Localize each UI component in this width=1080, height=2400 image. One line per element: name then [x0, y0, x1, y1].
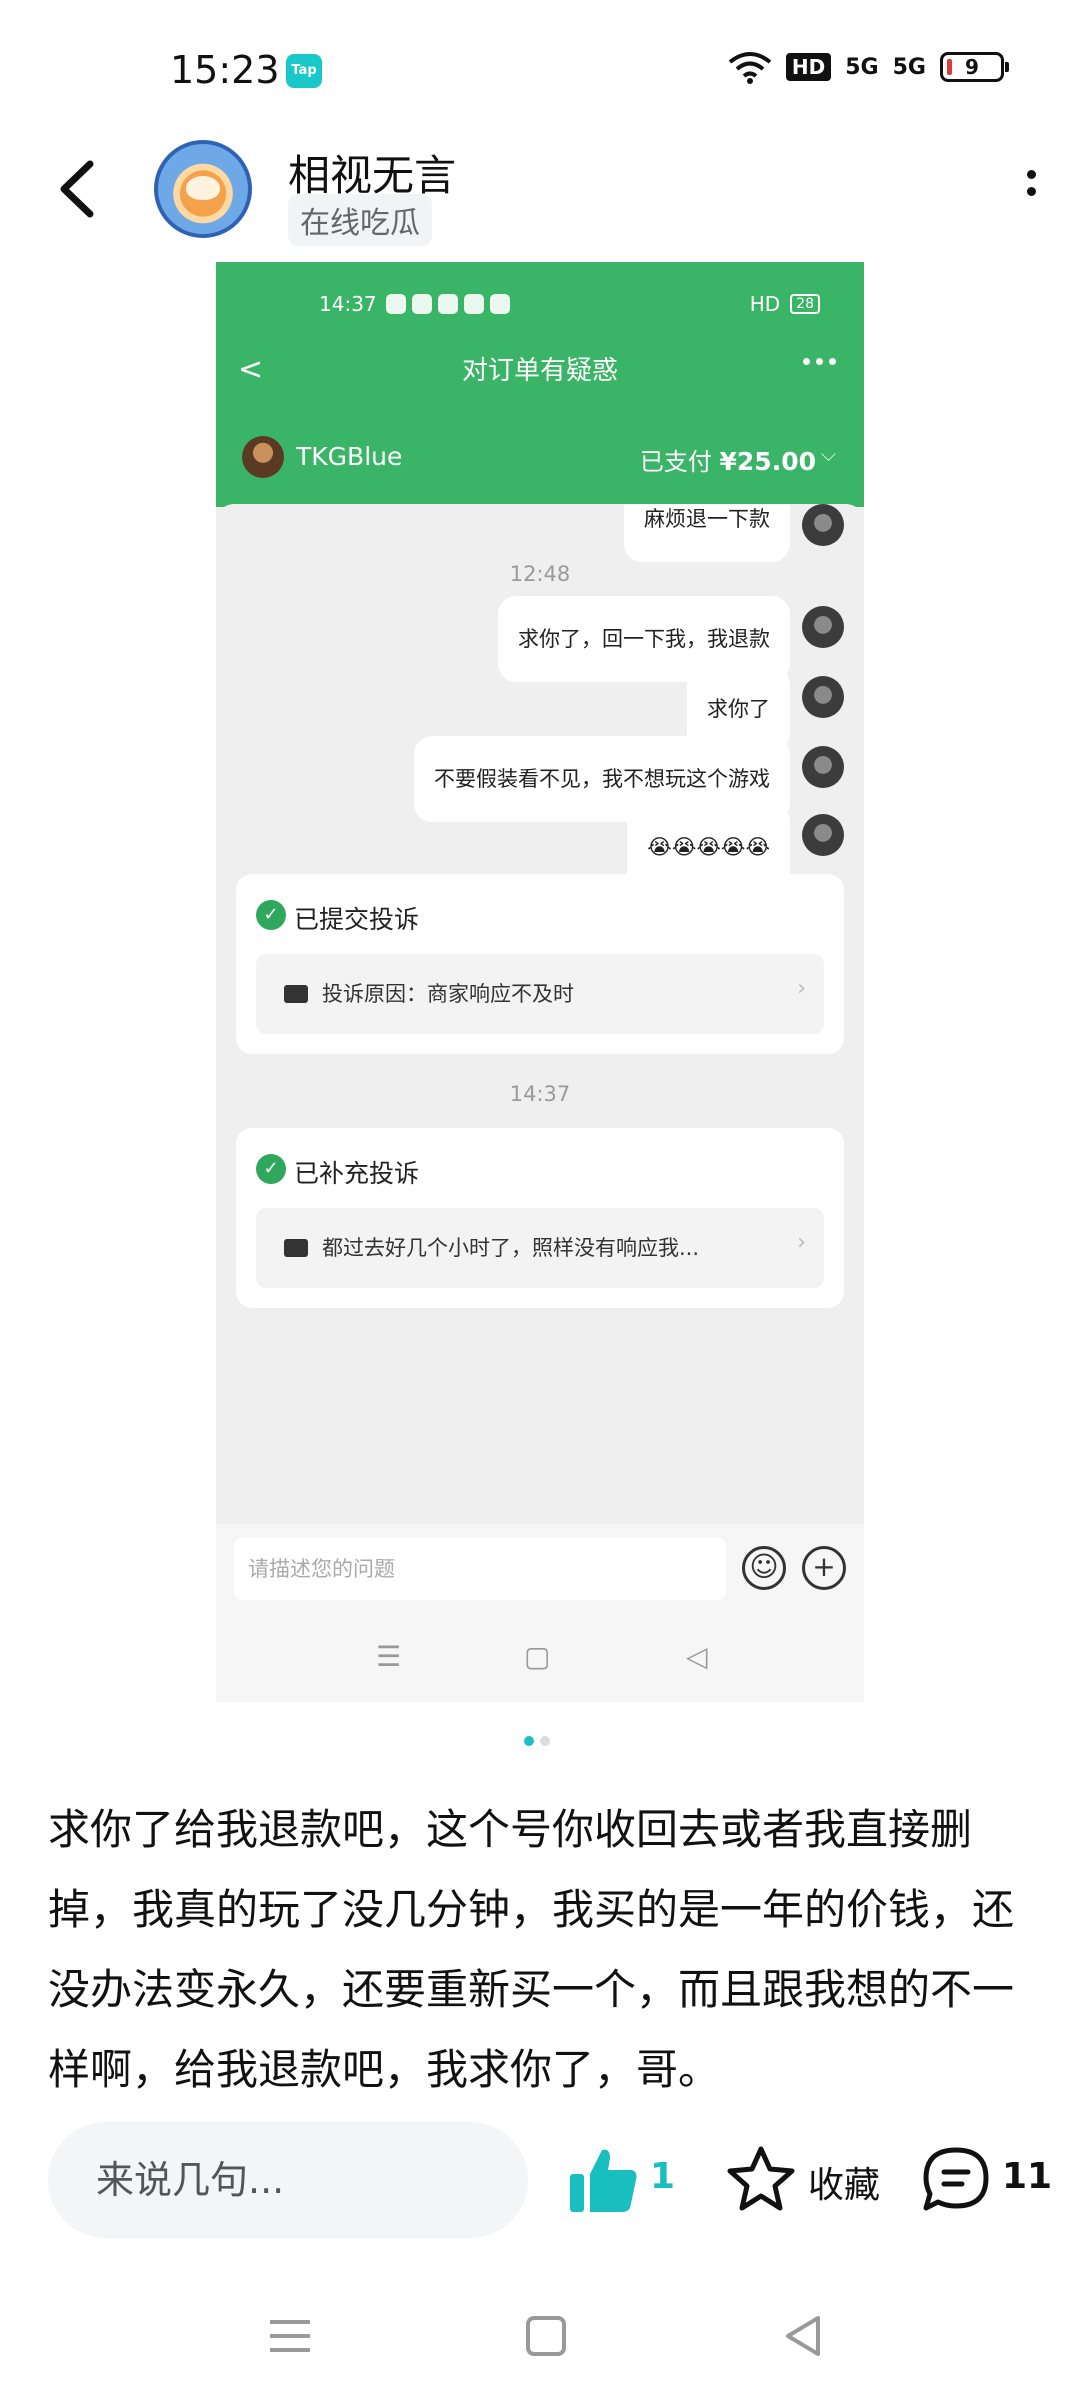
complaint-detail-row: 都过去好几个小时了，照样没有响应我... › [256, 1208, 824, 1288]
chevron-down-icon: ⌵ [820, 442, 836, 466]
inner-title: 对订单有疑惑 [461, 356, 618, 386]
inner-status-bar: 14:37 HD 28 [216, 292, 864, 322]
envelope-icon [284, 1239, 308, 1257]
seller-avatar [242, 436, 284, 478]
inner-status-time: 14:37 [319, 292, 377, 316]
thumbs-up-icon[interactable] [568, 2146, 640, 2216]
timestamp: 12:48 [509, 562, 571, 586]
menu-icon[interactable] [262, 2308, 318, 2364]
inner-more-icon [803, 358, 836, 365]
paid-info: 已支付 ¥25.00 [640, 442, 816, 477]
comment-input[interactable]: 来说几句... [48, 2122, 528, 2238]
inner-nav-bar: ☰ ▢ ◁ [216, 1614, 864, 1702]
status-time: 15:23 [170, 48, 280, 92]
user-tag: 在线吃瓜 [288, 194, 432, 246]
status-icons: HD 5G 5G 9 [728, 50, 1009, 84]
inner-battery-icon: 28 [790, 294, 820, 314]
carousel-indicator [524, 1736, 550, 1746]
complaint-card: ✓ 已提交投诉 投诉原因：商家响应不及时 › [236, 874, 844, 1054]
inner-input: 请描述您的问题 [234, 1538, 726, 1600]
complaint-title: 已提交投诉 [294, 905, 420, 934]
emoji-icon: ☺ [742, 1546, 786, 1590]
taptap-icon: Tap [286, 54, 322, 88]
chat-area: 麻烦退一下款 12:48 求你了，回一下我，我退款 求你了 不要假装看不见，我不… [216, 504, 864, 1514]
inner-input-bar: 请描述您的问题 ☺ + [216, 1524, 864, 1614]
user-avatar[interactable] [154, 140, 252, 238]
system-nav-bar [0, 2272, 1080, 2400]
complaint-detail: 都过去好几个小时了，照样没有响应我... [322, 1236, 700, 1260]
complaint-detail: 投诉原因：商家响应不及时 [322, 982, 574, 1006]
status-bar: 15:23 Tap HD 5G 5G 9 [0, 0, 1080, 140]
back-nav-icon[interactable] [776, 2308, 832, 2364]
comment-count: 11 [1002, 2156, 1053, 2197]
carousel-dot[interactable] [540, 1736, 550, 1746]
comment-icon[interactable] [920, 2144, 992, 2216]
signal-5g-icon: 5G [845, 54, 879, 80]
home-icon[interactable] [518, 2308, 574, 2364]
chevron-right-icon: › [797, 1230, 806, 1255]
paid-amount: ¥25.00 [719, 447, 816, 476]
inner-header: 14:37 HD 28 < 对订单有疑惑 TKGBlue 已支付 ¥25.00 … [216, 262, 864, 507]
inner-notification-icons [386, 294, 510, 314]
inner-back-nav-icon: ◁ [686, 1640, 708, 1673]
wifi-icon [728, 52, 772, 84]
battery-level: 9 [965, 55, 979, 79]
inner-home-icon: ▢ [524, 1640, 551, 1673]
carousel-dot-active[interactable] [524, 1736, 534, 1746]
battery-icon: 9 [940, 52, 1009, 82]
complaint-card: ✓ 已补充投诉 都过去好几个小时了，照样没有响应我... › [236, 1128, 844, 1308]
sender-avatar [802, 746, 844, 788]
complaint-title: 已补充投诉 [294, 1159, 420, 1188]
check-icon: ✓ [256, 900, 286, 930]
inner-menu-icon: ☰ [376, 1640, 402, 1673]
action-bar: 来说几句... 1 收藏 11 [0, 2092, 1080, 2272]
sender-avatar [802, 606, 844, 648]
sender-avatar [802, 504, 844, 546]
sender-avatar [802, 676, 844, 718]
complaint-detail-row: 投诉原因：商家响应不及时 › [256, 954, 824, 1034]
back-arrow-icon[interactable] [50, 154, 110, 224]
star-icon[interactable] [726, 2144, 796, 2214]
post-text: 求你了给我退款吧，这个号你收回去或者我直接删掉，我真的玩了没几分钟，我买的是一年… [48, 1805, 1015, 2094]
seller-name: TKGBlue [296, 442, 403, 471]
favorite-label[interactable]: 收藏 [808, 2156, 880, 2208]
timestamp: 14:37 [509, 1082, 571, 1106]
check-icon: ✓ [256, 1154, 286, 1184]
paid-label: 已支付 [639, 448, 712, 476]
sender-avatar [802, 814, 844, 856]
inner-status-icons: HD 28 [750, 292, 820, 316]
envelope-icon [284, 985, 308, 1003]
inner-hd-icon: HD [749, 292, 781, 316]
post-image[interactable]: 14:37 HD 28 < 对订单有疑惑 TKGBlue 已支付 ¥25.00 … [216, 262, 864, 1702]
like-count: 1 [650, 2156, 676, 2197]
chevron-right-icon: › [797, 976, 806, 1001]
signal-5g-icon-2: 5G [892, 54, 926, 80]
hd-icon: HD [785, 53, 832, 81]
plus-icon: + [802, 1546, 846, 1590]
more-options-icon[interactable] [1016, 170, 1046, 210]
chat-message: 麻烦退一下款 [624, 504, 790, 562]
